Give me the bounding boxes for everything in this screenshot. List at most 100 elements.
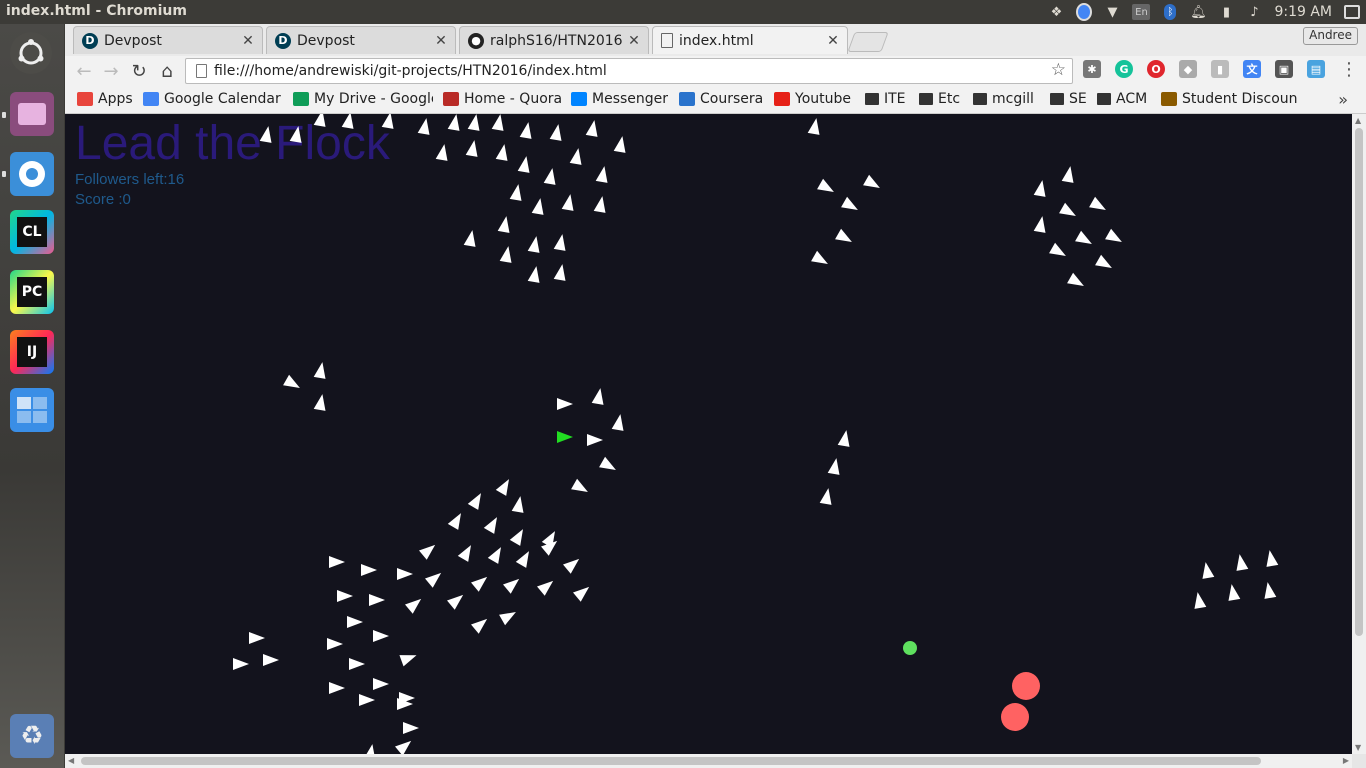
chromium-icon[interactable] (10, 152, 54, 196)
bookmark-item[interactable]: SE (1050, 91, 1087, 107)
bookmark-label: Student Discoun (1182, 91, 1298, 107)
devpost-icon: D (275, 32, 291, 49)
menu-icon[interactable]: ⋮ (1340, 59, 1358, 80)
dropbox-tray-icon[interactable]: ❖ (1048, 4, 1064, 20)
opera-icon[interactable]: O (1147, 60, 1165, 78)
chrome-tray-icon[interactable] (1076, 3, 1093, 21)
stats-icon[interactable]: ▮ (1211, 60, 1229, 78)
close-icon[interactable]: ✕ (433, 33, 449, 49)
follower-bird (537, 580, 554, 596)
translate-icon[interactable]: 文 (1243, 60, 1261, 78)
bookmark-item[interactable]: ACM (1097, 91, 1147, 107)
home-button[interactable]: ⌂ (156, 60, 178, 82)
follower-bird (395, 740, 412, 754)
follower-bird (495, 479, 509, 496)
clion-icon[interactable]: CL (10, 210, 54, 254)
tab-index-html[interactable]: index.html ✕ (652, 26, 848, 54)
bookmark-item[interactable]: Home - Quora (443, 91, 562, 107)
bookmark-star-icon[interactable]: ☆ (1051, 60, 1066, 80)
follower-bird (1049, 242, 1066, 256)
clock[interactable]: 9:19 AM (1274, 4, 1332, 20)
volume-icon[interactable]: ♪ (1246, 4, 1262, 20)
bookmark-item[interactable]: Coursera (679, 91, 763, 107)
bookmarks-bar: » Apps Google Calendar My Drive - Google Ho… (65, 86, 1366, 114)
bookmark-label: Google Calendar (164, 91, 281, 107)
tab-devpost-1[interactable]: D Devpost ✕ (73, 26, 263, 54)
more-bookmarks-icon[interactable]: » (1338, 90, 1348, 109)
follower-bird (397, 568, 413, 580)
wifi-icon[interactable]: ▼ (1104, 4, 1120, 20)
follower-bird (527, 236, 540, 253)
address-url[interactable]: file:///home/andrewiski/git-projects/HTN… (214, 63, 607, 79)
clipper-icon[interactable]: ▣ (1275, 60, 1293, 78)
grammarly-icon[interactable]: G (1115, 60, 1133, 78)
bookmark-item[interactable]: Etc (919, 91, 960, 107)
extension-puzzle-icon[interactable]: ✱ (1083, 60, 1101, 78)
screenshot-icon[interactable]: ▤ (1307, 60, 1325, 78)
session-menu-icon[interactable] (1344, 4, 1360, 20)
bookmark-item[interactable]: My Drive - Google (293, 91, 433, 107)
follower-bird (509, 529, 523, 546)
scroll-down-icon[interactable]: ▼ (1355, 743, 1361, 752)
tab-github[interactable]: ● ralphS16/HTN2016 ✕ (459, 26, 649, 54)
clion-label: CL (17, 217, 47, 247)
trash-icon[interactable]: ♻ (10, 714, 54, 758)
launcher-running-indicator (2, 112, 6, 118)
bookmark-item[interactable]: mcgill (973, 91, 1034, 107)
vertical-scroll-thumb[interactable] (1355, 128, 1363, 636)
bookmark-item[interactable]: Messenger (571, 91, 668, 107)
follower-bird (341, 114, 354, 129)
follower-bird (569, 148, 582, 165)
vertical-scrollbar[interactable]: ▲ ▼ (1352, 114, 1366, 754)
follower-bird (399, 655, 417, 667)
scroll-up-icon[interactable]: ▲ (1355, 116, 1361, 125)
bookmark-item[interactable]: Apps (77, 91, 133, 107)
devpost-icon: D (82, 32, 98, 49)
new-tab-button[interactable] (847, 32, 889, 52)
bookmark-item[interactable]: Student Discoun (1161, 91, 1298, 107)
bookmark-item[interactable]: Youtube (774, 91, 851, 107)
reload-button[interactable]: ↻ (128, 60, 150, 82)
bookmark-item[interactable]: Google Calendar (143, 91, 281, 107)
follower-bird (541, 531, 555, 548)
game-canvas[interactable] (65, 114, 1352, 754)
close-icon[interactable]: ✕ (626, 33, 642, 49)
follower-bird (1067, 272, 1084, 286)
forward-button[interactable]: → (100, 60, 122, 82)
follower-bird (283, 374, 300, 388)
profile-button[interactable]: Andree (1303, 27, 1358, 45)
bluetooth-icon[interactable]: ᛒ (1162, 4, 1178, 20)
ubuntu-dash-icon[interactable] (10, 32, 52, 74)
address-bar[interactable]: file:///home/andrewiski/git-projects/HTN… (185, 58, 1073, 84)
back-button[interactable]: ← (73, 60, 95, 82)
bookmark-item[interactable]: ITE (865, 91, 906, 107)
follower-bird (329, 682, 345, 694)
bookmark-label: Etc (938, 91, 961, 107)
close-icon[interactable]: ✕ (825, 33, 841, 49)
battery-icon[interactable]: ▮ (1218, 4, 1234, 20)
drive-icon (293, 92, 309, 106)
workspace-switcher-icon[interactable] (10, 388, 54, 432)
dropbox-icon[interactable]: ◆ (1179, 60, 1197, 78)
close-icon[interactable]: ✕ (240, 33, 256, 49)
intellij-icon[interactable]: IJ (10, 330, 54, 374)
horizontal-scrollbar[interactable]: ◀ ▶ (65, 754, 1352, 768)
horizontal-scroll-thumb[interactable] (81, 757, 1261, 765)
follower-bird (249, 632, 265, 644)
scroll-left-icon[interactable]: ◀ (68, 756, 74, 765)
tab-devpost-2[interactable]: D Devpost ✕ (266, 26, 456, 54)
follower-bird (483, 517, 497, 534)
notification-icon[interactable]: 🔔︎ (1190, 4, 1207, 20)
calendar-icon (143, 92, 159, 106)
system-top-bar: index.html - Chromium ❖ ▼ En ᛒ 🔔︎ ▮ ♪ 9:… (0, 0, 1366, 24)
extensions-area: ✱ G O ◆ ▮ 文 ▣ ▤ (1083, 60, 1339, 78)
pycharm-icon[interactable]: PC (10, 270, 54, 314)
follower-bird (471, 618, 488, 634)
follower-bird (259, 126, 272, 143)
follower-bird (471, 576, 488, 592)
files-icon[interactable] (10, 92, 54, 136)
follower-bird (599, 456, 616, 470)
scroll-right-icon[interactable]: ▶ (1343, 756, 1349, 765)
follower-bird (593, 196, 606, 213)
keyboard-language-indicator[interactable]: En (1132, 4, 1151, 20)
